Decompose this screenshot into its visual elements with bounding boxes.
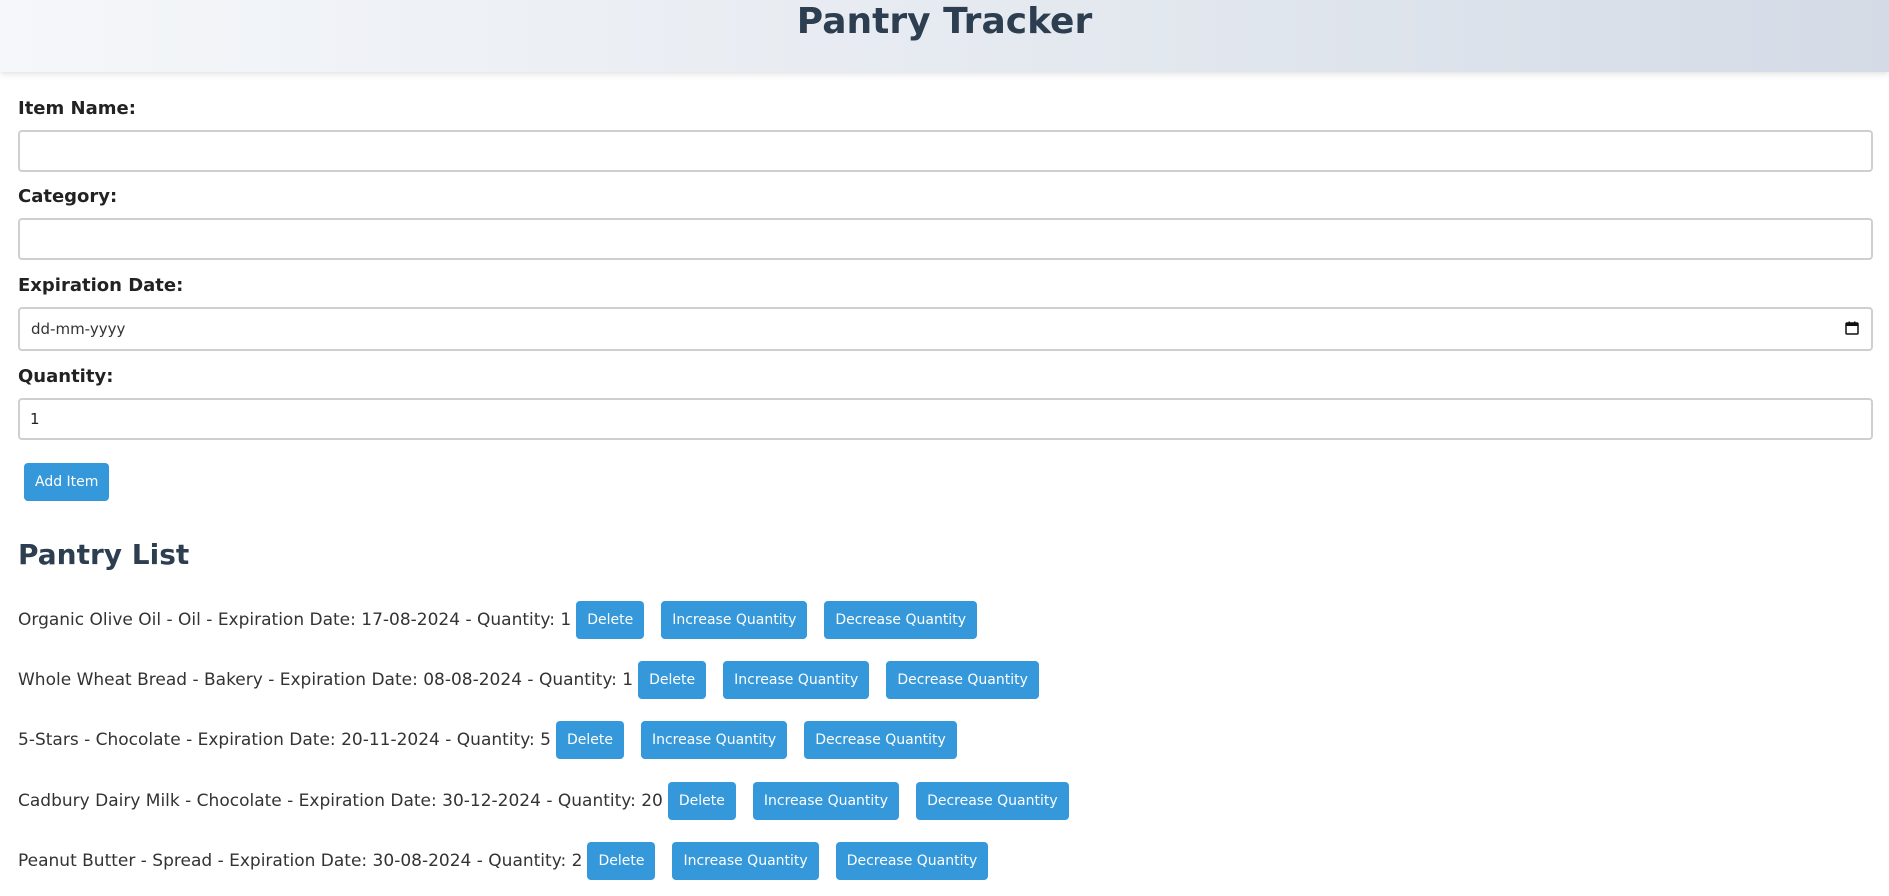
increase-quantity-button[interactable]: Increase Quantity [752, 782, 900, 820]
pantry-list-item: Organic Olive Oil - Oil - Expiration Dat… [18, 600, 977, 640]
pantry-list-item: Peanut Butter - Spread - Expiration Date… [18, 841, 989, 881]
increase-quantity-button[interactable]: Increase Quantity [661, 601, 808, 639]
expiration-date-group: Expiration Date: dd-mm-yyyy [18, 275, 1873, 351]
pantry-list-item: Whole Wheat Bread - Bakery - Expiration … [18, 660, 1039, 700]
decrease-quantity-button[interactable]: Decrease Quantity [804, 721, 957, 759]
pantry-item-text: Peanut Butter - Spread - Expiration Date… [18, 851, 583, 871]
quantity-group: Quantity: [18, 366, 1873, 440]
delete-button[interactable]: Delete [576, 601, 645, 639]
quantity-input[interactable] [18, 398, 1873, 440]
pantry-item-text: Whole Wheat Bread - Bakery - Expiration … [18, 670, 634, 690]
decrease-quantity-button[interactable]: Decrease Quantity [916, 782, 1069, 820]
quantity-label: Quantity: [18, 366, 114, 387]
item-name-group: Item Name: [18, 98, 1873, 172]
category-group: Category: [18, 186, 1873, 260]
date-format-placeholder: dd-mm-yyyy [31, 320, 126, 338]
decrease-quantity-button[interactable]: Decrease Quantity [886, 661, 1039, 699]
category-label: Category: [18, 186, 118, 207]
increase-quantity-button[interactable]: Increase Quantity [723, 661, 870, 699]
pantry-item-text: Organic Olive Oil - Oil - Expiration Dat… [18, 610, 572, 630]
category-input[interactable] [18, 218, 1873, 260]
decrease-quantity-button[interactable]: Decrease Quantity [824, 601, 977, 639]
delete-button[interactable]: Delete [555, 721, 624, 759]
page-title: Pantry Tracker [796, 1, 1093, 42]
item-name-label: Item Name: [18, 98, 136, 119]
pantry-list-item: 5-Stars - Chocolate - Expiration Date: 2… [18, 720, 957, 760]
expiration-date-label: Expiration Date: [18, 275, 184, 296]
item-name-input[interactable] [18, 130, 1873, 172]
add-item-button[interactable]: Add Item [24, 463, 110, 501]
increase-quantity-button[interactable]: Increase Quantity [640, 721, 788, 759]
expiration-date-input[interactable]: dd-mm-yyyy [18, 307, 1873, 351]
delete-button[interactable]: Delete [587, 842, 656, 880]
pantry-item-text: Cadbury Dairy Milk - Chocolate - Expirat… [18, 791, 663, 811]
page-header: Pantry Tracker [0, 0, 1889, 72]
pantry-item-text: 5-Stars - Chocolate - Expiration Date: 2… [18, 730, 551, 750]
increase-quantity-button[interactable]: Increase Quantity [672, 842, 819, 880]
delete-button[interactable]: Delete [638, 661, 707, 699]
calendar-icon[interactable] [1845, 321, 1859, 335]
pantry-list-title: Pantry List [18, 538, 190, 571]
decrease-quantity-button[interactable]: Decrease Quantity [835, 842, 989, 880]
pantry-list-item: Cadbury Dairy Milk - Chocolate - Expirat… [18, 781, 1069, 821]
delete-button[interactable]: Delete [667, 782, 736, 820]
